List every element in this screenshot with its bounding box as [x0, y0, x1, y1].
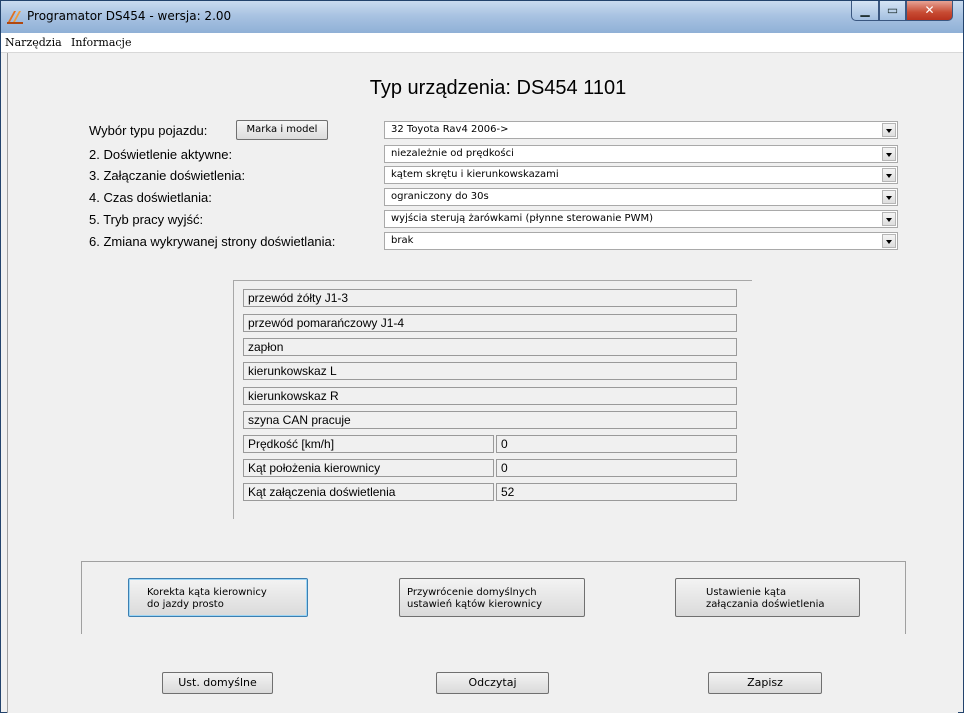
trigger-angle-label-box: Kąt załączenia doświetlenia	[243, 483, 494, 501]
steering-angle-value: 0	[501, 461, 508, 475]
output-mode-value: wyjścia sterują żarówkami (płynne sterow…	[391, 213, 654, 224]
title-bar[interactable]: Programator DS454 - wersja: 2.00 ▁ ▭ ✕	[1, 1, 963, 33]
lighting-time-value: ograniczony do 30s	[391, 191, 489, 202]
button-line: załączania doświetlenia	[706, 599, 825, 610]
status-label: szyna CAN pracuje	[248, 413, 351, 427]
dropdown-arrow-icon[interactable]	[882, 147, 896, 161]
close-button[interactable]: ✕	[906, 1, 953, 21]
side-change-label: 6. Zmiana wykrywanej strony doświetlania…	[89, 234, 336, 249]
dropdown-arrow-icon[interactable]	[882, 190, 896, 204]
menu-narzedzia[interactable]: Narzędzia	[5, 36, 62, 49]
lighting-time-label: 4. Czas doświetlania:	[89, 190, 212, 205]
dropdown-arrow-icon[interactable]	[882, 212, 896, 226]
dropdown-arrow-icon[interactable]	[882, 123, 896, 137]
output-mode-label: 5. Tryb pracy wyjść:	[89, 212, 204, 227]
make-model-button[interactable]: Marka i model	[236, 120, 328, 140]
lighting-active-value: niezależnie od prędkości	[391, 148, 514, 159]
lighting-time-select[interactable]: ograniczony do 30s	[384, 188, 898, 206]
status-row: przewód żółty J1-3	[243, 289, 737, 307]
set-trigger-angle-button[interactable]: Ustawienie kąta załączania doświetlenia	[675, 578, 860, 617]
status-label: kierunkowskaz R	[248, 389, 339, 403]
window-title: Programator DS454 - wersja: 2.00	[27, 9, 232, 23]
status-label: zapłon	[248, 340, 284, 354]
button-line: do jazdy prosto	[147, 599, 224, 610]
side-change-value: brak	[391, 235, 414, 246]
button-line: ustawień kątów kierownicy	[407, 599, 542, 610]
save-button[interactable]: Zapisz	[708, 672, 822, 694]
button-line: Ustawienie kąta	[706, 587, 787, 598]
status-row: przewód pomarańczowy J1-4	[243, 314, 737, 332]
minimize-button[interactable]: ▁	[851, 1, 879, 21]
vehicle-type-label: Wybór typu pojazdu:	[89, 123, 208, 138]
read-button[interactable]: Odczytaj	[436, 672, 549, 694]
lighting-trigger-select[interactable]: kątem skrętu i kierunkowskazami	[384, 166, 898, 184]
speed-label: Prędkość [km/h]	[248, 437, 335, 451]
status-label: przewód żółty J1-3	[248, 291, 349, 305]
vehicle-type-value: 32 Toyota Rav4 2006->	[391, 124, 509, 135]
device-type-heading: Typ urządzenia: DS454 1101	[369, 77, 627, 99]
speed-value: 0	[501, 437, 508, 451]
side-change-select[interactable]: brak	[384, 232, 898, 250]
menu-bar: Narzędzia Informacje	[1, 33, 963, 53]
app-window: Programator DS454 - wersja: 2.00 ▁ ▭ ✕ N…	[0, 0, 964, 713]
vehicle-type-select[interactable]: 32 Toyota Rav4 2006->	[384, 121, 898, 139]
steering-straight-correction-button[interactable]: Korekta kąta kierownicy do jazdy prosto	[128, 578, 308, 617]
status-label: kierunkowskaz L	[248, 364, 337, 378]
speed-label-box: Prędkość [km/h]	[243, 435, 494, 453]
restore-default-angles-button[interactable]: Przywrócenie domyślnych ustawień kątów k…	[399, 578, 585, 617]
output-mode-select[interactable]: wyjścia sterują żarówkami (płynne sterow…	[384, 210, 898, 228]
steering-angle-label-box: Kąt położenia kierownicy	[243, 459, 494, 477]
lighting-active-label: 2. Doświetlenie aktywne:	[89, 147, 233, 162]
trigger-angle-value: 52	[501, 485, 515, 499]
steering-angle-label: Kąt położenia kierownicy	[248, 461, 381, 475]
steering-angle-value-box: 0	[496, 459, 737, 477]
button-line: Przywrócenie domyślnych	[407, 587, 537, 598]
menu-informacje[interactable]: Informacje	[71, 36, 131, 49]
defaults-button[interactable]: Ust. domyślne	[162, 672, 273, 694]
status-row: kierunkowskaz R	[243, 387, 737, 405]
maximize-button[interactable]: ▭	[879, 1, 906, 21]
trigger-angle-value-box: 52	[496, 483, 737, 501]
lighting-trigger-value: kątem skrętu i kierunkowskazami	[391, 169, 559, 180]
status-label: przewód pomarańczowy J1-4	[248, 316, 405, 330]
status-row: zapłon	[243, 338, 737, 356]
speed-value-box: 0	[496, 435, 737, 453]
app-icon	[7, 11, 23, 24]
dropdown-arrow-icon[interactable]	[882, 234, 896, 248]
trigger-angle-label: Kąt załączenia doświetlenia	[248, 485, 396, 499]
dropdown-arrow-icon[interactable]	[882, 168, 896, 182]
lighting-trigger-label: 3. Załączanie doświetlenia:	[89, 168, 246, 183]
button-line: Korekta kąta kierownicy	[147, 587, 267, 598]
status-row: kierunkowskaz L	[243, 362, 737, 380]
lighting-active-select[interactable]: niezależnie od prędkości	[384, 145, 898, 163]
status-row: szyna CAN pracuje	[243, 411, 737, 429]
